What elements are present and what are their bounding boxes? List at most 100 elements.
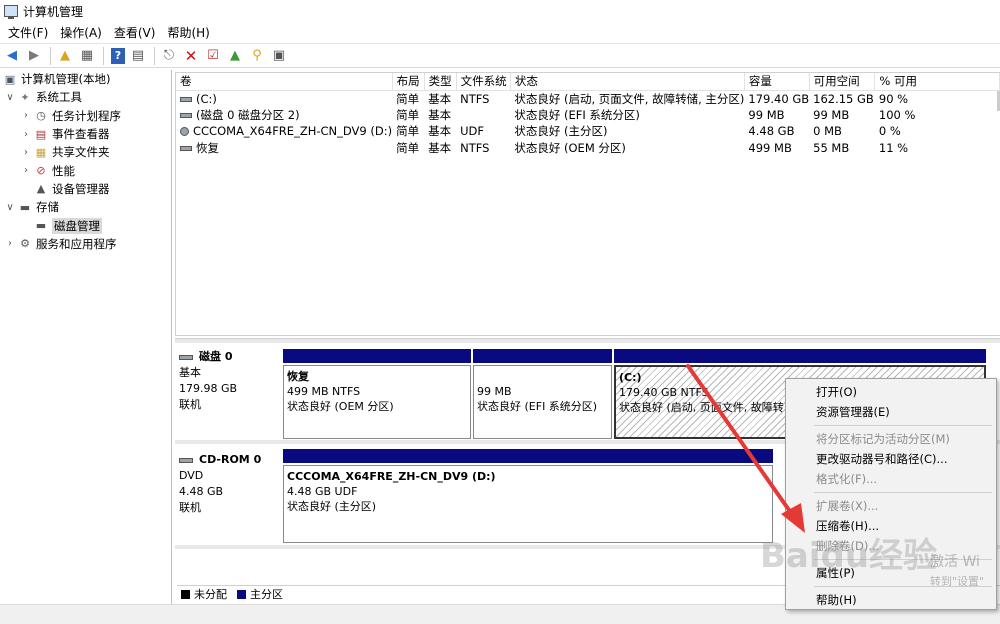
partition-recovery[interactable]: 恢复 499 MB NTFS 状态良好 (OEM 分区) xyxy=(283,349,471,439)
menu-item-help[interactable]: 帮助(H) xyxy=(786,590,996,610)
table-cell: 简单 xyxy=(396,91,420,106)
volume-name-cell: 恢复 xyxy=(176,140,392,157)
disk0-status: 联机 xyxy=(179,398,201,411)
table-cell: 状态良好 (OEM 分区) xyxy=(514,140,626,155)
expand-icon[interactable]: › xyxy=(20,165,32,176)
legend-swatch-primary xyxy=(237,589,246,599)
menu-action[interactable]: 操作(A) xyxy=(54,24,108,41)
partition-status: 状态良好 (OEM 分区) xyxy=(287,400,394,413)
collapse-icon[interactable]: ∨ xyxy=(4,92,16,103)
expand-icon[interactable]: › xyxy=(4,238,16,249)
table-row[interactable]: 恢复 简单 基本 NTFS 状态良好 (OEM 分区) 499 MB 55 MB… xyxy=(176,140,1000,157)
computer-icon: ▣ xyxy=(4,72,16,86)
menu-item-format[interactable]: 格式化(F)... xyxy=(786,469,996,489)
partition-bar xyxy=(473,349,612,363)
table-cell: 499 MB xyxy=(748,140,792,155)
tree-label-performance: 性能 xyxy=(52,163,75,178)
collapse-icon[interactable]: ∨ xyxy=(4,202,16,213)
tree-item-services-apps[interactable]: › ⚙ 服务和应用程序 xyxy=(0,235,171,253)
cdrom0-label[interactable]: CD-ROM 0 DVD 4.48 GB 联机 xyxy=(179,452,279,516)
connect-icon[interactable]: ⎋ xyxy=(159,46,179,66)
table-row[interactable]: (磁盘 0 磁盘分区 2) 简单 基本 状态良好 (EFI 系统分区) 99 M… xyxy=(176,107,1000,124)
partition-efi[interactable]: 99 MB 状态良好 (EFI 系统分区) xyxy=(473,349,612,439)
menu-item-open[interactable]: 打开(O) xyxy=(786,382,996,402)
disk0-label[interactable]: 磁盘 0 基本 179.98 GB 联机 xyxy=(179,349,279,413)
menu-item-properties[interactable]: 属性(P) xyxy=(786,563,996,583)
delete-icon[interactable]: ✕ xyxy=(181,46,201,66)
clock-icon: ◷ xyxy=(36,109,46,123)
check-icon[interactable]: ☑ xyxy=(203,46,223,66)
cdrom0-name: CD-ROM 0 xyxy=(199,453,262,466)
tree-item-event-viewer[interactable]: › ▤ 事件查看器 xyxy=(0,125,171,143)
column-header-capacity[interactable]: 容量 xyxy=(744,73,810,91)
up-folder-icon[interactable]: ▲ xyxy=(55,46,75,66)
menu-view[interactable]: 查看(V) xyxy=(108,24,162,41)
cd-drive-icon xyxy=(179,457,193,463)
table-row[interactable]: CCCOMA_X64FRE_ZH-CN_DV9 (D:) 简单 基本 UDF 状… xyxy=(176,123,1000,140)
tree-item-system-tools[interactable]: ∨ ✦ 系统工具 xyxy=(0,88,171,106)
volume-name-cell: CCCOMA_X64FRE_ZH-CN_DV9 (D:) xyxy=(176,123,392,140)
tree-item-performance[interactable]: › ⊘ 性能 xyxy=(0,161,171,179)
show-hide-tree-icon[interactable]: ▦ xyxy=(77,46,97,66)
disk0-type: 基本 xyxy=(179,366,201,379)
tree-label-services-apps: 服务和应用程序 xyxy=(36,236,117,251)
forward-icon[interactable]: ▶ xyxy=(24,46,44,66)
console-icon[interactable]: ▣ xyxy=(269,46,289,66)
column-header-percent-free[interactable]: % 可用 xyxy=(874,73,1000,91)
menu-help[interactable]: 帮助(H) xyxy=(161,24,215,41)
volume-name: CCCOMA_X64FRE_ZH-CN_DV9 (D:) xyxy=(193,124,393,139)
menu-item-mark-active[interactable]: 将分区标记为活动分区(M) xyxy=(786,429,996,449)
partition-size: 4.48 GB UDF xyxy=(287,485,358,498)
menu-item-shrink-volume[interactable]: 压缩卷(H)... xyxy=(786,516,996,536)
back-icon[interactable]: ◀ xyxy=(2,46,22,66)
tree-label-system-tools: 系统工具 xyxy=(36,90,82,105)
menu-item-extend-volume[interactable]: 扩展卷(X)... xyxy=(786,496,996,516)
table-cell: 0 % xyxy=(878,124,901,139)
properties-icon[interactable]: ▤ xyxy=(128,46,148,66)
table-cell: 状态良好 (EFI 系统分区) xyxy=(514,107,640,122)
table-cell: 11 % xyxy=(878,140,909,155)
menu-file[interactable]: 文件(F) xyxy=(2,24,54,41)
column-header-free-space[interactable]: 可用空间 xyxy=(809,73,876,91)
expand-icon[interactable]: › xyxy=(20,129,32,140)
column-header-filesystem[interactable]: 文件系统 xyxy=(456,73,511,91)
legend-primary: 主分区 xyxy=(237,586,283,602)
volume-table: 卷 布局 类型 文件系统 状态 容量 可用空间 % 可用 (C:) 简单 基本 … xyxy=(176,73,1000,156)
column-header-layout[interactable]: 布局 xyxy=(392,73,425,91)
column-header-volume[interactable]: 卷 xyxy=(176,73,393,91)
tree-label-disk-management: 磁盘管理 xyxy=(52,217,102,234)
import-icon[interactable]: ▲ xyxy=(225,46,245,66)
menu-separator xyxy=(814,492,992,493)
expand-icon[interactable]: › xyxy=(20,110,32,121)
tree-item-root[interactable]: ▣ 计算机管理(本地) xyxy=(0,70,171,88)
tree-item-storage[interactable]: ∨ ▬ 存储 xyxy=(0,198,171,216)
tree-item-shared-folders[interactable]: › ▦ 共享文件夹 xyxy=(0,143,171,161)
help-icon[interactable]: ? xyxy=(111,47,125,64)
volume-name: 恢复 xyxy=(196,140,219,155)
partition-status: 状态良好 (EFI 系统分区) xyxy=(477,400,598,413)
volume-name: (磁盘 0 磁盘分区 2) xyxy=(196,107,300,122)
cdrom0-status: 联机 xyxy=(179,501,201,514)
table-cell: UDF xyxy=(460,124,485,139)
tree-item-disk-management[interactable]: ▬ 磁盘管理 xyxy=(0,216,171,234)
partition-d[interactable]: CCCOMA_X64FRE_ZH-CN_DV9 (D:) 4.48 GB UDF… xyxy=(283,449,773,543)
legend-label-unallocated: 未分配 xyxy=(194,588,227,601)
tree-label-shared-folders: 共享文件夹 xyxy=(52,145,110,160)
tree-item-task-scheduler[interactable]: › ◷ 任务计划程序 xyxy=(0,107,171,125)
tree-item-device-manager[interactable]: ▲ 设备管理器 xyxy=(0,180,171,198)
column-header-type[interactable]: 类型 xyxy=(424,73,457,91)
table-cell: 简单 xyxy=(396,107,420,122)
menu-item-explorer[interactable]: 资源管理器(E) xyxy=(786,402,996,422)
menu-item-delete-volume[interactable]: 删除卷(D)... xyxy=(786,536,996,556)
volume-icon xyxy=(180,145,192,151)
search-icon[interactable]: ⚲ xyxy=(247,46,267,66)
column-header-status[interactable]: 状态 xyxy=(510,73,745,91)
table-row[interactable]: (C:) 简单 基本 NTFS 状态良好 (启动, 页面文件, 故障转储, 主分… xyxy=(176,90,1000,107)
table-cell: 55 MB xyxy=(813,140,850,155)
volume-name: (C:) xyxy=(196,91,217,106)
menu-item-change-drive-letter[interactable]: 更改驱动器号和路径(C)... xyxy=(786,449,996,469)
expand-icon[interactable]: › xyxy=(20,147,32,158)
shared-folder-icon: ▦ xyxy=(35,145,47,159)
disk0-name: 磁盘 0 xyxy=(199,350,233,363)
disk-management-icon: ▬ xyxy=(35,219,47,233)
